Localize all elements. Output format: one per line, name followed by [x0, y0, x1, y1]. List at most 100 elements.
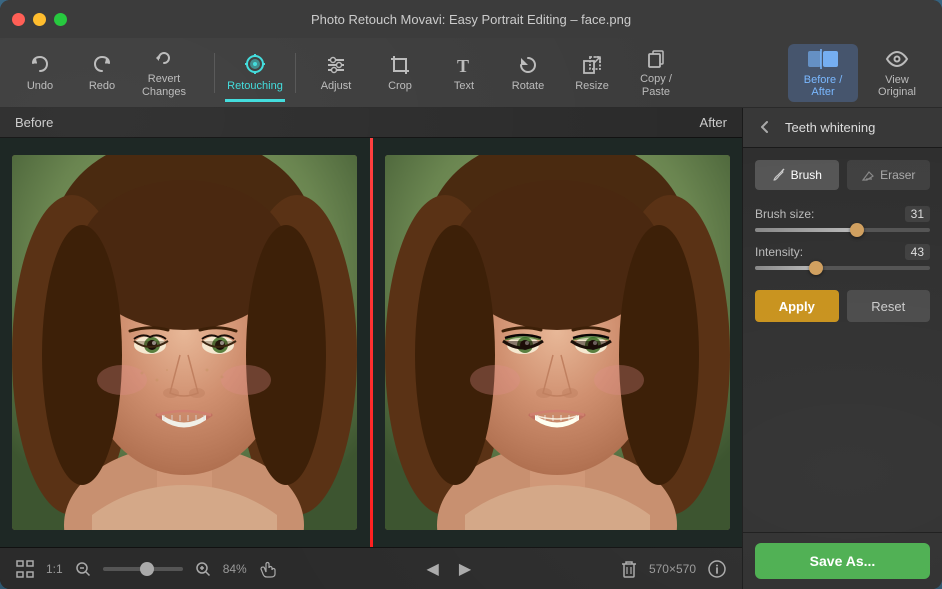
intensity-thumb[interactable]	[809, 261, 823, 275]
fit-view-button[interactable]	[12, 556, 38, 582]
right-panel: Teeth whitening Brush	[742, 108, 942, 589]
prev-image-button[interactable]: ◀	[423, 555, 443, 583]
resize-button[interactable]: Resize	[562, 44, 622, 102]
resize-label: Resize	[575, 80, 609, 93]
intensity-value: 43	[905, 244, 930, 260]
after-label: After	[700, 115, 742, 130]
eraser-tool-button[interactable]: Eraser	[847, 160, 931, 190]
before-after-icon	[807, 48, 839, 70]
history-group: Undo Redo Revert Changes	[10, 44, 194, 102]
info-button[interactable]	[704, 556, 730, 582]
copy-paste-button[interactable]: Copy / Paste	[626, 44, 686, 102]
brush-size-section: Brush size: 31	[755, 206, 930, 232]
intensity-label: Intensity:	[755, 245, 803, 259]
zoom-out-button[interactable]	[71, 557, 95, 581]
svg-text:T: T	[457, 56, 469, 76]
retouching-button[interactable]: Retouching	[225, 44, 285, 102]
bottom-toolbar: 1:1	[0, 547, 742, 589]
canvas-area: Before After	[0, 108, 742, 589]
retouching-icon	[243, 52, 267, 76]
toolbar-right: Before / After View Original	[788, 44, 932, 102]
panel-content: Brush Eraser Brush size: 31	[743, 148, 942, 532]
zoom-ratio: 1:1	[46, 562, 63, 576]
brush-size-value: 31	[905, 206, 930, 222]
resize-icon	[581, 52, 603, 75]
app-window: Photo Retouch Movavi: Easy Portrait Edit…	[0, 0, 942, 589]
crop-button[interactable]: Crop	[370, 44, 430, 102]
next-icon: ▶	[459, 559, 471, 579]
panel-title: Teeth whitening	[785, 120, 875, 135]
image-panels	[0, 138, 742, 547]
before-after-button[interactable]: Before / After	[788, 44, 858, 102]
bottom-center: ◀ ▶	[289, 555, 609, 583]
hand-tool-button[interactable]	[255, 556, 281, 582]
maximize-button[interactable]	[54, 13, 67, 26]
rotate-icon	[517, 52, 539, 75]
undo-button[interactable]: Undo	[10, 44, 70, 102]
brush-tool-button[interactable]: Brush	[755, 160, 839, 190]
zoom-slider[interactable]	[103, 567, 183, 571]
minimize-button[interactable]	[33, 13, 46, 26]
undo-icon	[29, 52, 51, 75]
brush-size-label-row: Brush size: 31	[755, 206, 930, 222]
after-photo	[385, 155, 730, 530]
view-original-button[interactable]: View Original	[862, 44, 932, 102]
adjust-button[interactable]: Adjust	[306, 44, 366, 102]
reset-button[interactable]: Reset	[847, 290, 931, 322]
revert-icon	[153, 46, 175, 69]
eraser-label: Eraser	[880, 168, 915, 182]
next-image-button[interactable]: ▶	[455, 555, 475, 583]
delete-button[interactable]	[617, 556, 641, 582]
zoom-in-button[interactable]	[191, 557, 215, 581]
back-button[interactable]	[753, 117, 777, 139]
apply-button[interactable]: Apply	[755, 290, 839, 322]
retouching-label: Retouching	[227, 80, 283, 93]
intensity-label-row: Intensity: 43	[755, 244, 930, 260]
title-bar: Photo Retouch Movavi: Easy Portrait Edit…	[0, 0, 942, 38]
redo-icon	[91, 52, 113, 75]
rotate-button[interactable]: Rotate	[498, 44, 558, 102]
view-original-icon	[884, 48, 910, 70]
revert-label: Revert Changes	[142, 73, 186, 99]
brush-size-fill	[755, 228, 857, 232]
after-panel[interactable]	[373, 138, 743, 547]
ba-labels: Before After	[0, 108, 742, 138]
redo-button[interactable]: Redo	[72, 44, 132, 102]
toolbar-sep-2	[295, 53, 296, 93]
window-title: Photo Retouch Movavi: Easy Portrait Edit…	[311, 12, 631, 27]
view-original-label: View Original	[878, 74, 916, 98]
before-panel[interactable]	[0, 138, 370, 547]
brush-size-label: Brush size:	[755, 207, 814, 221]
brush-size-thumb[interactable]	[850, 223, 864, 237]
copy-paste-label: Copy / Paste	[640, 73, 672, 99]
rotate-label: Rotate	[512, 80, 544, 93]
text-button[interactable]: T Text	[434, 44, 494, 102]
brush-label: Brush	[791, 168, 822, 182]
panel-header: Teeth whitening	[743, 108, 942, 148]
close-button[interactable]	[12, 13, 25, 26]
before-after-label: Before / After	[804, 74, 843, 98]
action-row: Apply Reset	[755, 290, 930, 322]
text-label: Text	[454, 80, 474, 93]
brush-eraser-row: Brush Eraser	[755, 160, 930, 190]
intensity-track[interactable]	[755, 266, 930, 270]
save-button-wrap: Save As...	[743, 532, 942, 589]
main-content: Before After	[0, 108, 942, 589]
crop-label: Crop	[388, 80, 412, 93]
adjust-icon	[325, 52, 347, 75]
revert-button[interactable]: Revert Changes	[134, 44, 194, 102]
bottom-right: 570×570	[617, 556, 730, 582]
intensity-section: Intensity: 43	[755, 244, 930, 270]
before-photo	[12, 155, 357, 530]
text-icon: T	[453, 52, 475, 75]
redo-label: Redo	[89, 80, 115, 93]
crop-icon	[389, 52, 411, 75]
save-as-button[interactable]: Save As...	[755, 543, 930, 579]
brush-size-track[interactable]	[755, 228, 930, 232]
adjust-label: Adjust	[321, 80, 352, 93]
copy-paste-icon	[645, 46, 667, 69]
toolbar: Undo Redo Revert Changes	[0, 38, 942, 108]
intensity-fill	[755, 266, 816, 270]
prev-icon: ◀	[427, 559, 439, 579]
undo-label: Undo	[27, 80, 53, 93]
